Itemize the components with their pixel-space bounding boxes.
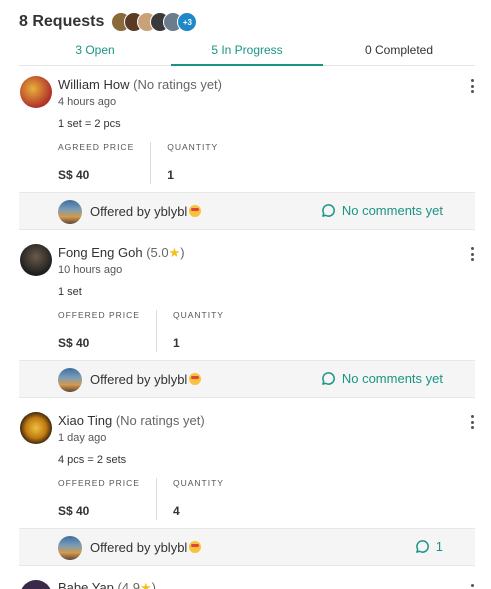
avatar[interactable] [20,412,52,444]
offered-by-text: Offered by yblybl [90,372,188,387]
more-options-icon[interactable] [469,79,475,93]
avatar [58,368,82,392]
quantity-label: QUANTITY [172,478,224,488]
rating-text: (4.9★) [118,580,156,589]
more-avatars-badge[interactable]: +3 [177,12,198,32]
page-title: 8 Requests [19,13,105,30]
offer-footer: Offered by yblybl 1 [19,528,475,566]
emoji-icon [189,541,202,553]
avatar[interactable] [20,244,52,276]
request-card: Fong Eng Goh (5.0★) 10 hours ago 1 set O… [19,234,475,400]
tab-completed[interactable]: 0 Completed [323,40,475,65]
price-label: OFFERED PRICE [58,310,140,320]
price-quantity: OFFERED PRICE S$ 40 QUANTITY 1 [58,310,240,352]
comments-text: No comments yet [341,203,443,218]
star-icon: ★ [168,245,181,260]
requester-name[interactable]: Fong Eng Goh [58,245,143,260]
requester-avatar-stack[interactable]: +3 [111,12,198,32]
timestamp: 4 hours ago [58,96,117,108]
set-description: 4 pcs = 2 sets [58,454,127,466]
comments-link[interactable]: No comments yet [321,371,443,386]
rating-value: (4.9 [117,580,140,589]
price-label: AGREED PRICE [58,142,135,152]
quantity-value: 1 [167,168,174,182]
rating-value: (5.0 [146,245,169,260]
request-card: Xiao Ting (No ratings yet) 1 day ago 4 p… [19,402,475,568]
more-options-icon[interactable] [469,584,475,589]
price-value: S$ 40 [58,504,90,518]
set-description: 1 set [58,286,82,298]
set-description: 1 set = 2 pcs [58,118,121,130]
requester-name[interactable]: Babe Yap [58,580,114,589]
price-label: OFFERED PRICE [58,478,140,488]
offer-footer: Offered by yblybl No comments yet [19,360,475,398]
price-quantity: AGREED PRICE S$ 40 QUANTITY 1 [58,142,234,184]
emoji-icon [189,373,202,385]
comment-icon [415,540,429,553]
comment-icon [321,372,335,385]
timestamp: 10 hours ago [58,264,123,276]
requester-name[interactable]: William How [58,77,130,92]
price-value: S$ 40 [58,168,90,182]
comments-text: No comments yet [341,371,443,386]
rating-suffix: ) [151,580,156,589]
rating-text: (5.0★) [146,245,184,260]
quantity-value: 4 [172,504,180,518]
rating-text: (No ratings yet) [115,413,205,428]
avatar[interactable] [20,76,52,108]
comments-link[interactable]: No comments yet [321,203,443,218]
price-value: S$ 40 [58,336,90,350]
rating-text: (No ratings yet) [133,77,222,92]
comments-count: 1 [435,539,443,554]
offered-by-text: Offered by yblybl [90,540,188,555]
star-icon: ★ [139,580,152,589]
requester-name[interactable]: Xiao Ting [58,413,112,428]
requests-header: 8 Requests +3 [19,10,198,34]
tab-in-progress[interactable]: 5 In Progress [171,40,323,66]
tab-open[interactable]: 3 Open [19,40,171,65]
avatar[interactable] [20,580,52,589]
request-card: William How (No ratings yet) 4 hours ago… [19,66,475,232]
status-tabs: 3 Open 5 In Progress 0 Completed [19,40,475,66]
offered-by-text: Offered by yblybl [90,204,188,219]
avatar [58,536,82,560]
avatar [58,200,82,224]
more-options-icon[interactable] [469,415,475,429]
emoji-icon [189,205,202,217]
timestamp: 1 day ago [58,432,107,444]
comment-icon [321,204,335,217]
quantity-value: 1 [172,336,180,350]
quantity-label: QUANTITY [172,310,224,320]
price-quantity: OFFERED PRICE S$ 40 QUANTITY 4 [58,478,240,520]
quantity-label: QUANTITY [167,142,219,152]
more-options-icon[interactable] [469,247,475,261]
request-card: Babe Yap (4.9★) [19,578,475,589]
rating-suffix: ) [180,245,185,260]
offer-footer: Offered by yblybl No comments yet [19,192,475,230]
comments-link[interactable]: 1 [415,539,443,554]
